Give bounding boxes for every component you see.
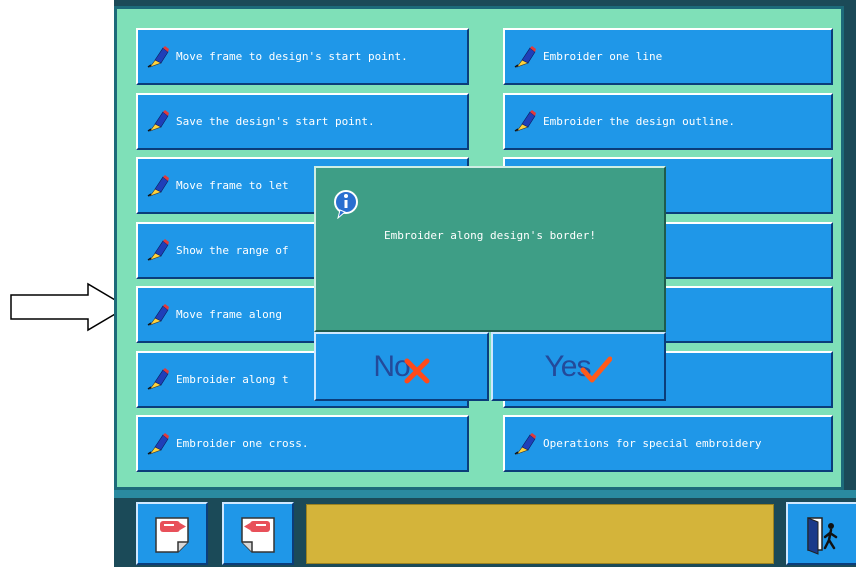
right-menu-item-7[interactable]: Operations for special embroidery — [503, 415, 833, 472]
pointer-arrow-icon — [10, 282, 129, 332]
exit-button[interactable] — [786, 502, 856, 565]
panel-divider — [114, 490, 856, 498]
page-forward-button[interactable] — [222, 502, 294, 565]
pen-hand-icon — [146, 174, 170, 198]
yes-button[interactable]: Yes — [491, 332, 666, 401]
x-mark-icon — [404, 358, 430, 383]
right-menu-item-2[interactable]: Embroider the design outline. — [503, 92, 833, 150]
menu-item-label: Embroider the design outline. — [543, 114, 736, 128]
page-forward-icon — [241, 516, 275, 553]
left-menu-item-1[interactable]: Move frame to design's start point. — [136, 28, 469, 85]
pen-hand-icon — [146, 367, 170, 391]
pen-hand-icon — [513, 432, 537, 456]
menu-item-label: Operations for special embroidery — [543, 437, 762, 450]
pen-hand-icon — [513, 109, 537, 133]
menu-item-label: Move frame along — [176, 308, 282, 321]
right-menu-item-1[interactable]: Embroider one line — [503, 28, 833, 85]
menu-item-label: Save the design's start point. — [176, 114, 375, 128]
pen-hand-icon — [146, 238, 170, 262]
check-mark-icon — [580, 356, 613, 382]
pen-hand-icon — [513, 45, 537, 69]
pen-hand-icon — [146, 432, 170, 456]
menu-item-label: Embroider along t — [176, 372, 289, 386]
info-icon — [333, 189, 359, 223]
exit-door-icon — [807, 516, 838, 555]
no-button[interactable]: No — [314, 332, 489, 401]
page-back-button[interactable] — [136, 502, 208, 565]
left-menu-item-2[interactable]: Save the design's start point. — [136, 92, 469, 150]
menu-item-label: Show the range of — [176, 243, 289, 257]
pen-hand-icon — [146, 45, 170, 69]
menu-item-label: Move frame to let — [176, 179, 289, 192]
dialog-message: Embroider along design's border! — [384, 229, 596, 242]
menu-item-label: Embroider one cross. — [176, 437, 309, 450]
pen-hand-icon — [146, 303, 170, 327]
menu-item-label: Move frame to design's start point. — [176, 50, 408, 63]
menu-item-label: Embroider one line — [543, 50, 663, 63]
pen-hand-icon — [146, 109, 170, 133]
confirm-dialog: Embroider along design's border! — [314, 166, 666, 332]
status-bar — [306, 504, 774, 564]
left-menu-item-7[interactable]: Embroider one cross. — [136, 415, 469, 472]
page-back-icon — [155, 516, 189, 553]
